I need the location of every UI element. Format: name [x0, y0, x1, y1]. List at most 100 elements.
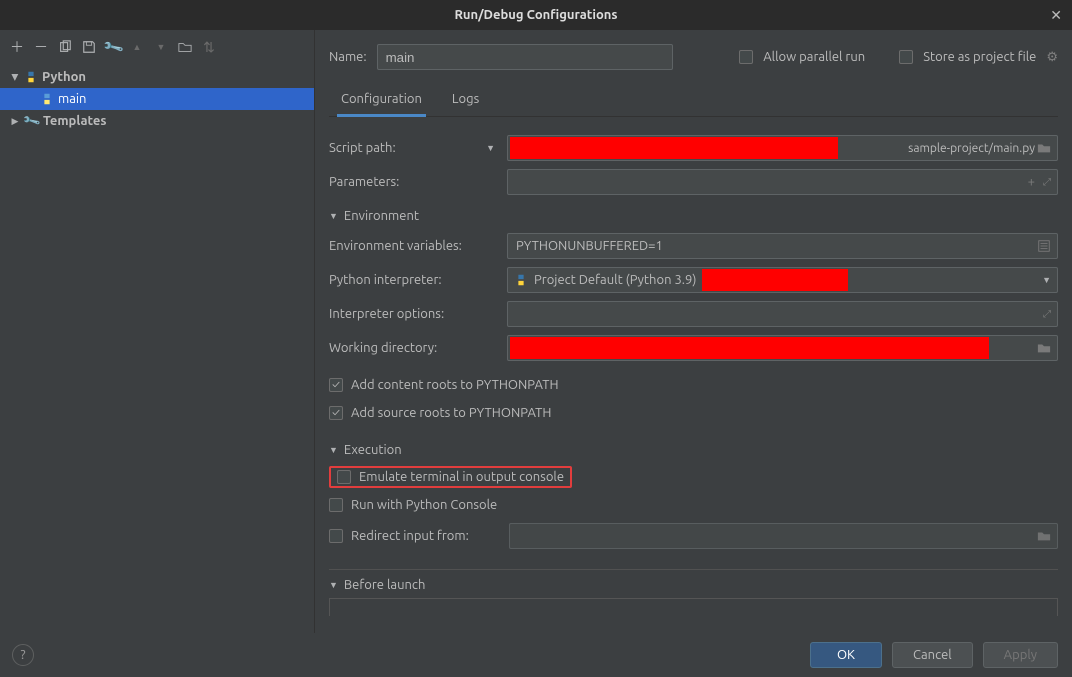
cancel-button[interactable]: Cancel	[892, 642, 973, 668]
tab-logs[interactable]: Logs	[448, 86, 483, 116]
interpreter-label: Python interpreter:	[329, 273, 507, 287]
sort-icon: ⇅	[202, 40, 216, 54]
env-vars-row: Environment variables: PYTHONUNBUFFERED=…	[329, 229, 1058, 263]
name-input[interactable]	[377, 44, 673, 70]
chevron-down-icon: ▼	[486, 143, 495, 153]
interpreter-value: Project Default (Python 3.9)	[534, 273, 696, 287]
titlebar: Run/Debug Configurations ✕	[0, 0, 1072, 30]
wrench-icon[interactable]: 🔧	[103, 37, 122, 56]
divider	[329, 569, 1058, 570]
redirect-input-row: Redirect input from:	[329, 519, 1058, 553]
script-path-input[interactable]: sample-project/main.py	[507, 135, 1058, 161]
redirect-input-field[interactable]	[509, 523, 1058, 549]
execution-section-head[interactable]: ▼ Execution	[329, 443, 1058, 457]
emulate-terminal-highlight: Emulate terminal in output console	[329, 466, 572, 488]
folder-icon[interactable]	[1037, 529, 1051, 543]
down-icon: ▼	[154, 40, 168, 54]
emulate-terminal-row: Emulate terminal in output console	[329, 463, 1058, 491]
emulate-terminal-checkbox[interactable]	[337, 470, 351, 484]
sidebar: ＋ － 🔧 ▲ ▼ ⇅ ▶ Python main ▶ 🔧 Templa	[0, 30, 315, 633]
environment-section-head[interactable]: ▼ Environment	[329, 209, 1058, 223]
allow-parallel-checkbox[interactable]	[739, 50, 753, 64]
add-source-roots-row: Add source roots to PYTHONPATH	[329, 399, 1058, 427]
redacted-working-dir	[510, 337, 989, 359]
tree-templates-group[interactable]: ▶ 🔧 Templates	[0, 110, 314, 132]
python-icon	[24, 70, 38, 84]
tabs: Configuration Logs	[329, 86, 1058, 117]
store-as-file-label: Store as project file	[923, 50, 1036, 64]
chevron-down-icon: ▶	[10, 72, 21, 82]
parameters-row: Parameters: + ⤢	[329, 165, 1058, 199]
config-tree: ▶ Python main ▶ 🔧 Templates	[0, 64, 314, 633]
chevron-down-icon: ▼	[329, 211, 338, 221]
dialog-title: Run/Debug Configurations	[454, 8, 617, 22]
add-content-roots-checkbox[interactable]	[329, 378, 343, 392]
interp-options-row: Interpreter options: ⤢	[329, 297, 1058, 331]
wrench-icon: 🔧	[22, 111, 42, 131]
before-launch-list[interactable]	[329, 598, 1058, 616]
redacted-interpreter-path	[702, 269, 848, 291]
form-area: Script path: ▼ sample-project/main.py Pa…	[329, 117, 1058, 633]
expand-icon[interactable]: ⤢	[1043, 308, 1051, 320]
remove-icon[interactable]: －	[34, 40, 48, 54]
script-path-visible: sample-project/main.py	[908, 142, 1035, 155]
tab-configuration[interactable]: Configuration	[337, 86, 426, 117]
run-python-console-label: Run with Python Console	[351, 498, 497, 512]
interp-options-label: Interpreter options:	[329, 307, 507, 321]
chevron-down-icon: ▼	[329, 580, 338, 590]
python-icon	[40, 92, 54, 106]
working-dir-row: Working directory:	[329, 331, 1058, 365]
tree-item-main[interactable]: main	[0, 88, 314, 110]
script-path-row: Script path: ▼ sample-project/main.py	[329, 131, 1058, 165]
close-icon[interactable]: ✕	[1050, 7, 1062, 24]
env-vars-label: Environment variables:	[329, 239, 507, 253]
parameters-label: Parameters:	[329, 175, 507, 189]
content-panel: Name: Allow parallel run Store as projec…	[315, 30, 1072, 633]
add-source-roots-label: Add source roots to PYTHONPATH	[351, 406, 551, 420]
footer: ? OK Cancel Apply	[0, 633, 1072, 677]
parameters-input[interactable]: + ⤢	[507, 169, 1058, 195]
run-python-console-row: Run with Python Console	[329, 491, 1058, 519]
apply-button[interactable]: Apply	[983, 642, 1058, 668]
name-row: Name: Allow parallel run Store as projec…	[329, 42, 1058, 72]
up-icon: ▲	[130, 40, 144, 54]
folder-icon[interactable]	[1037, 141, 1051, 155]
save-icon[interactable]	[82, 40, 96, 54]
interpreter-select[interactable]: Project Default (Python 3.9) ▼	[507, 267, 1058, 293]
expand-icon[interactable]: ⤢	[1043, 176, 1051, 188]
gear-icon[interactable]: ⚙	[1046, 50, 1058, 65]
tree-python-group[interactable]: ▶ Python	[0, 66, 314, 88]
script-path-label[interactable]: Script path: ▼	[329, 141, 507, 155]
chevron-down-icon: ▼	[329, 445, 338, 455]
chevron-right-icon: ▶	[10, 116, 20, 127]
folder-run-icon[interactable]	[178, 40, 192, 54]
add-content-roots-label: Add content roots to PYTHONPATH	[351, 378, 559, 392]
env-vars-input[interactable]: PYTHONUNBUFFERED=1	[507, 233, 1058, 259]
add-icon[interactable]: ＋	[10, 40, 24, 54]
add-content-roots-row: Add content roots to PYTHONPATH	[329, 371, 1058, 399]
plus-icon[interactable]: +	[1028, 175, 1035, 189]
env-vars-value: PYTHONUNBUFFERED=1	[508, 239, 663, 253]
emulate-terminal-label: Emulate terminal in output console	[359, 470, 564, 484]
redirect-input-label: Redirect input from:	[351, 529, 501, 543]
list-icon[interactable]	[1037, 239, 1051, 253]
interp-options-input[interactable]: ⤢	[507, 301, 1058, 327]
working-dir-input[interactable]	[507, 335, 1058, 361]
chevron-down-icon: ▼	[1042, 275, 1051, 285]
store-as-file-checkbox[interactable]	[899, 50, 913, 64]
allow-parallel-label: Allow parallel run	[763, 50, 865, 64]
before-launch-section-head[interactable]: ▼ Before launch	[329, 578, 1058, 592]
help-button[interactable]: ?	[12, 644, 34, 666]
redirect-input-checkbox[interactable]	[329, 529, 343, 543]
redacted-path	[510, 137, 838, 159]
name-label: Name:	[329, 50, 367, 64]
add-source-roots-checkbox[interactable]	[329, 406, 343, 420]
ok-button[interactable]: OK	[810, 642, 882, 668]
folder-icon[interactable]	[1037, 341, 1051, 355]
run-python-console-checkbox[interactable]	[329, 498, 343, 512]
sidebar-toolbar: ＋ － 🔧 ▲ ▼ ⇅	[0, 30, 314, 64]
python-icon	[514, 273, 528, 287]
copy-icon[interactable]	[58, 40, 72, 54]
working-dir-label: Working directory:	[329, 341, 507, 355]
interpreter-row: Python interpreter: Project Default (Pyt…	[329, 263, 1058, 297]
